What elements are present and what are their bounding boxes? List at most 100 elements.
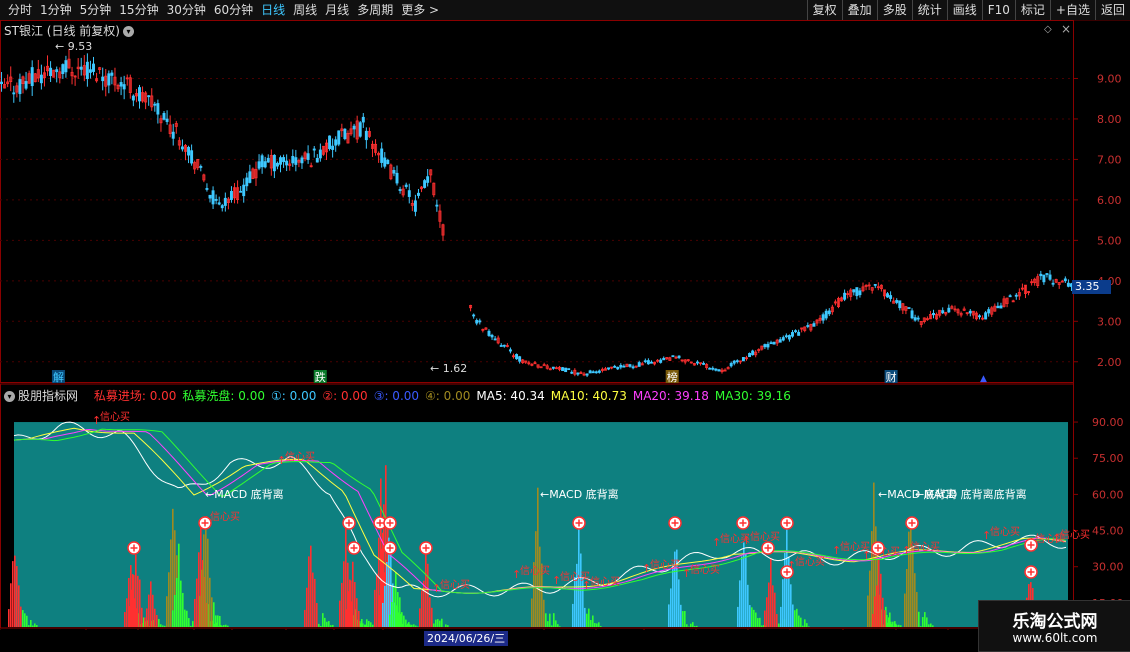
period-tab-2[interactable]: 5分钟	[76, 0, 116, 20]
indicator-bar	[34, 623, 36, 627]
indicator-bar	[798, 616, 800, 627]
indicator-toggle[interactable]: ▾股朋指标网	[4, 389, 84, 403]
indicator-bar	[759, 618, 761, 627]
indicator-bar	[384, 586, 386, 627]
chart-area[interactable]: 9.008.007.006.005.004.003.002.00← 9.53← …	[0, 20, 1130, 630]
action-button-7[interactable]: +自选	[1050, 0, 1095, 20]
candle-body	[243, 185, 245, 196]
indicator-bar	[156, 615, 158, 627]
candle-body	[56, 70, 58, 72]
candle-body	[80, 67, 82, 69]
indicator-bar	[686, 624, 688, 627]
buy-signal-label: 信心买	[750, 531, 780, 543]
legend-item-4: ③: 0.00	[374, 389, 419, 403]
indicator-bar	[201, 570, 203, 627]
indicator-bar	[354, 582, 356, 627]
main-y-tick-label: 8.00	[1097, 113, 1122, 126]
indicator-bar	[190, 626, 192, 627]
legend-item-7: MA10: 40.73	[551, 389, 627, 403]
period-tab-5[interactable]: 60分钟	[210, 0, 257, 20]
period-tab-8[interactable]: 月线	[321, 0, 353, 20]
indicator-bar	[435, 620, 437, 627]
indicator-bar	[755, 613, 757, 627]
indicator-bar	[205, 524, 207, 627]
period-tab-3[interactable]: 15分钟	[115, 0, 162, 20]
indicator-bar	[368, 621, 370, 627]
period-tab-1[interactable]: 1分钟	[36, 0, 76, 20]
candle-body	[586, 374, 588, 375]
action-button-5[interactable]: F10	[982, 0, 1015, 20]
candle-body	[224, 198, 226, 205]
period-tab-7[interactable]: 周线	[289, 0, 321, 20]
action-button-6[interactable]: 标记	[1015, 0, 1050, 20]
indicator-bar	[918, 612, 920, 627]
indicator-bar	[346, 609, 348, 627]
buy-signal-label: 信心买	[285, 451, 315, 463]
indicator-bar	[180, 581, 182, 627]
indicator-bar	[26, 616, 28, 627]
indicator-bar	[137, 576, 139, 627]
indicator-bar	[386, 562, 388, 627]
indicator-bar	[557, 624, 559, 627]
action-button-2[interactable]: 多股	[877, 0, 912, 20]
action-button-4[interactable]: 画线	[947, 0, 982, 20]
main-y-tick-label: 3.00	[1097, 315, 1122, 328]
period-tab-0[interactable]: 分时	[4, 0, 36, 20]
indicator-bar	[397, 592, 399, 627]
candle-body	[62, 65, 64, 74]
chevron-down-icon[interactable]: ▾	[4, 391, 15, 402]
candle-body	[614, 366, 616, 367]
candle-body	[709, 368, 711, 369]
period-tab-4[interactable]: 30分钟	[163, 0, 210, 20]
indicator-bar	[154, 609, 156, 627]
candle-body	[264, 162, 266, 167]
candle-body	[414, 201, 416, 212]
candle-body	[859, 291, 861, 295]
action-button-8[interactable]: 返回	[1095, 0, 1130, 20]
candle-body	[592, 372, 594, 373]
candle-body	[427, 177, 429, 183]
candle-body	[788, 335, 790, 339]
candle-body	[638, 363, 640, 367]
indicator-bar	[867, 596, 869, 627]
indicator-bar	[600, 626, 602, 627]
chevron-down-icon[interactable]: ▾	[123, 26, 134, 37]
diamond-icon[interactable]: ◇	[1044, 24, 1052, 35]
candle-body	[25, 81, 27, 88]
indicator-bar	[133, 575, 135, 627]
indicator-bar	[768, 583, 770, 627]
action-button-0[interactable]: 复权	[807, 0, 842, 20]
indicator-bar	[802, 626, 804, 627]
period-tab-9[interactable]: 多周期	[353, 0, 397, 20]
candle-body	[715, 369, 717, 370]
legend-item-0: 私募进场: 0.00	[94, 389, 177, 403]
buy-signal-label: 信心买	[990, 526, 1020, 538]
action-button-1[interactable]: 叠加	[842, 0, 877, 20]
candle-body	[515, 354, 517, 358]
close-icon[interactable]: ×	[1061, 22, 1071, 36]
candle-body	[384, 158, 386, 166]
action-button-3[interactable]: 统计	[912, 0, 947, 20]
indicator-bar	[401, 614, 403, 627]
buy-signal-label: 信心买	[650, 559, 680, 571]
indicator-bar	[382, 603, 384, 627]
indicator-bar	[318, 624, 320, 627]
candle-body	[362, 117, 364, 122]
indicator-bar	[678, 579, 680, 627]
indicator-bar	[131, 590, 133, 627]
candle-body	[19, 79, 21, 93]
period-tab-10[interactable]: 更多 >	[397, 0, 443, 20]
indicator-bar	[341, 583, 343, 627]
candle-body	[571, 372, 573, 373]
candle-body	[899, 301, 901, 308]
period-tab-6[interactable]: 日线	[257, 0, 289, 20]
indicator-bar	[427, 564, 429, 627]
indicator-bar	[209, 578, 211, 627]
candle-body	[218, 203, 220, 204]
candle-body	[911, 311, 913, 318]
indicator-bar	[227, 626, 229, 627]
candle-body	[874, 284, 876, 285]
indicator-bar	[376, 574, 378, 627]
indicator-bar	[223, 625, 225, 627]
indicator-bar	[800, 618, 802, 627]
